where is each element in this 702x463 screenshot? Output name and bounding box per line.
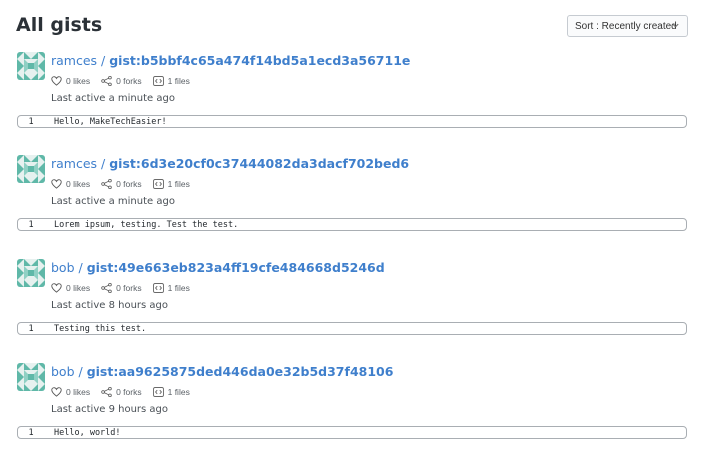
code-line: Hello, world! bbox=[54, 427, 121, 438]
code-preview[interactable]: 1 Hello, world! bbox=[17, 426, 687, 439]
likes-item[interactable]: 0 likes bbox=[51, 283, 90, 293]
gist-id-link[interactable]: gist:b5bbf4c65a474f14bd5a1ecd3a56711e bbox=[109, 53, 410, 68]
gist-owner-link[interactable]: bob bbox=[51, 364, 75, 379]
forks-count: 0 forks bbox=[116, 76, 142, 86]
likes-count: 0 likes bbox=[66, 283, 91, 293]
forks-item[interactable]: 0 forks bbox=[101, 179, 142, 189]
line-number: 1 bbox=[28, 116, 34, 127]
share-fork-icon bbox=[101, 179, 112, 189]
heart-icon bbox=[51, 179, 62, 189]
share-fork-icon bbox=[101, 387, 112, 397]
likes-count: 0 likes bbox=[66, 76, 91, 86]
title-separator: / bbox=[101, 156, 110, 171]
files-item[interactable]: 1 files bbox=[152, 283, 190, 293]
forks-count: 0 forks bbox=[116, 179, 142, 189]
gist-item: ramces / gist:b5bbf4c65a474f14bd5a1ecd3a… bbox=[0, 52, 702, 152]
files-item[interactable]: 1 files bbox=[152, 179, 190, 189]
gist-title: ramces / gist:6d3e20cf0c37444082da3dacf7… bbox=[51, 156, 409, 171]
share-fork-icon bbox=[101, 283, 112, 293]
code-file-icon bbox=[152, 387, 164, 397]
identicon-avatar bbox=[17, 155, 45, 183]
files-count: 1 files bbox=[167, 179, 190, 189]
code-line: Lorem ipsum, testing. Test the test. bbox=[54, 219, 239, 230]
gist-id-link[interactable]: gist:aa9625875ded446da0e32b5d37f48106 bbox=[87, 364, 394, 379]
files-count: 1 files bbox=[167, 76, 190, 86]
code-preview[interactable]: 1 Hello, MakeTechEasier! bbox=[17, 115, 687, 128]
likes-count: 0 likes bbox=[66, 179, 91, 189]
files-count: 1 files bbox=[167, 387, 190, 397]
heart-icon bbox=[51, 387, 62, 397]
line-number: 1 bbox=[28, 427, 34, 438]
avatar[interactable] bbox=[17, 155, 45, 183]
page-title: All gists bbox=[16, 14, 103, 36]
title-separator: / bbox=[78, 364, 87, 379]
likes-item[interactable]: 0 likes bbox=[51, 179, 90, 189]
code-file-icon bbox=[152, 179, 164, 189]
files-item[interactable]: 1 files bbox=[152, 387, 190, 397]
last-active: Last active a minute ago bbox=[51, 93, 175, 104]
gist-owner-link[interactable]: ramces bbox=[51, 156, 97, 171]
gist-title: bob / gist:49e663eb823a4ff19cfe484668d52… bbox=[51, 260, 385, 275]
last-active: Last active 8 hours ago bbox=[51, 300, 169, 311]
forks-item[interactable]: 0 forks bbox=[101, 283, 142, 293]
gist-id-link[interactable]: gist:6d3e20cf0c37444082da3dacf702bed6 bbox=[109, 156, 409, 171]
avatar[interactable] bbox=[17, 363, 45, 391]
title-separator: / bbox=[78, 260, 87, 275]
likes-count: 0 likes bbox=[66, 387, 91, 397]
heart-icon bbox=[51, 76, 62, 86]
likes-item[interactable]: 0 likes bbox=[51, 387, 90, 397]
code-preview[interactable]: 1 Testing this test. bbox=[17, 322, 687, 335]
gist-owner-link[interactable]: ramces bbox=[51, 53, 97, 68]
likes-item[interactable]: 0 likes bbox=[51, 76, 90, 86]
code-preview[interactable]: 1 Lorem ipsum, testing. Test the test. bbox=[17, 218, 687, 231]
gist-meta: 0 likes 0 forks 1 files bbox=[51, 281, 201, 295]
share-fork-icon bbox=[101, 76, 112, 86]
heart-icon bbox=[51, 283, 62, 293]
gist-item: bob / gist:aa9625875ded446da0e32b5d37f48… bbox=[0, 363, 702, 463]
identicon-avatar bbox=[17, 363, 45, 391]
forks-count: 0 forks bbox=[116, 387, 142, 397]
gist-title: bob / gist:aa9625875ded446da0e32b5d37f48… bbox=[51, 364, 393, 379]
forks-count: 0 forks bbox=[116, 283, 142, 293]
gist-meta: 0 likes 0 forks 1 files bbox=[51, 385, 201, 399]
sort-label: Sort : Recently created bbox=[575, 20, 677, 32]
files-count: 1 files bbox=[167, 283, 190, 293]
avatar[interactable] bbox=[17, 259, 45, 287]
gist-meta: 0 likes 0 forks 1 files bbox=[51, 74, 201, 88]
forks-item[interactable]: 0 forks bbox=[101, 387, 142, 397]
gist-item: ramces / gist:6d3e20cf0c37444082da3dacf7… bbox=[0, 155, 702, 255]
line-number: 1 bbox=[28, 323, 34, 334]
gist-id-link[interactable]: gist:49e663eb823a4ff19cfe484668d5246d bbox=[87, 260, 385, 275]
identicon-avatar bbox=[17, 259, 45, 287]
last-active: Last active 9 hours ago bbox=[51, 404, 169, 415]
gist-item: bob / gist:49e663eb823a4ff19cfe484668d52… bbox=[0, 259, 702, 359]
files-item[interactable]: 1 files bbox=[152, 76, 190, 86]
gist-owner-link[interactable]: bob bbox=[51, 260, 75, 275]
title-separator: / bbox=[101, 53, 110, 68]
code-file-icon bbox=[152, 283, 164, 293]
avatar[interactable] bbox=[17, 52, 45, 80]
identicon-avatar bbox=[17, 52, 45, 80]
gist-title: ramces / gist:b5bbf4c65a474f14bd5a1ecd3a… bbox=[51, 53, 410, 68]
forks-item[interactable]: 0 forks bbox=[101, 76, 142, 86]
gist-meta: 0 likes 0 forks 1 files bbox=[51, 177, 201, 191]
code-line: Hello, MakeTechEasier! bbox=[54, 116, 167, 127]
chevron-down-icon bbox=[672, 23, 679, 28]
code-line: Testing this test. bbox=[54, 323, 147, 334]
sort-dropdown-button[interactable]: Sort : Recently created bbox=[567, 15, 688, 37]
last-active: Last active a minute ago bbox=[51, 196, 175, 207]
line-number: 1 bbox=[28, 219, 34, 230]
code-file-icon bbox=[152, 76, 164, 86]
